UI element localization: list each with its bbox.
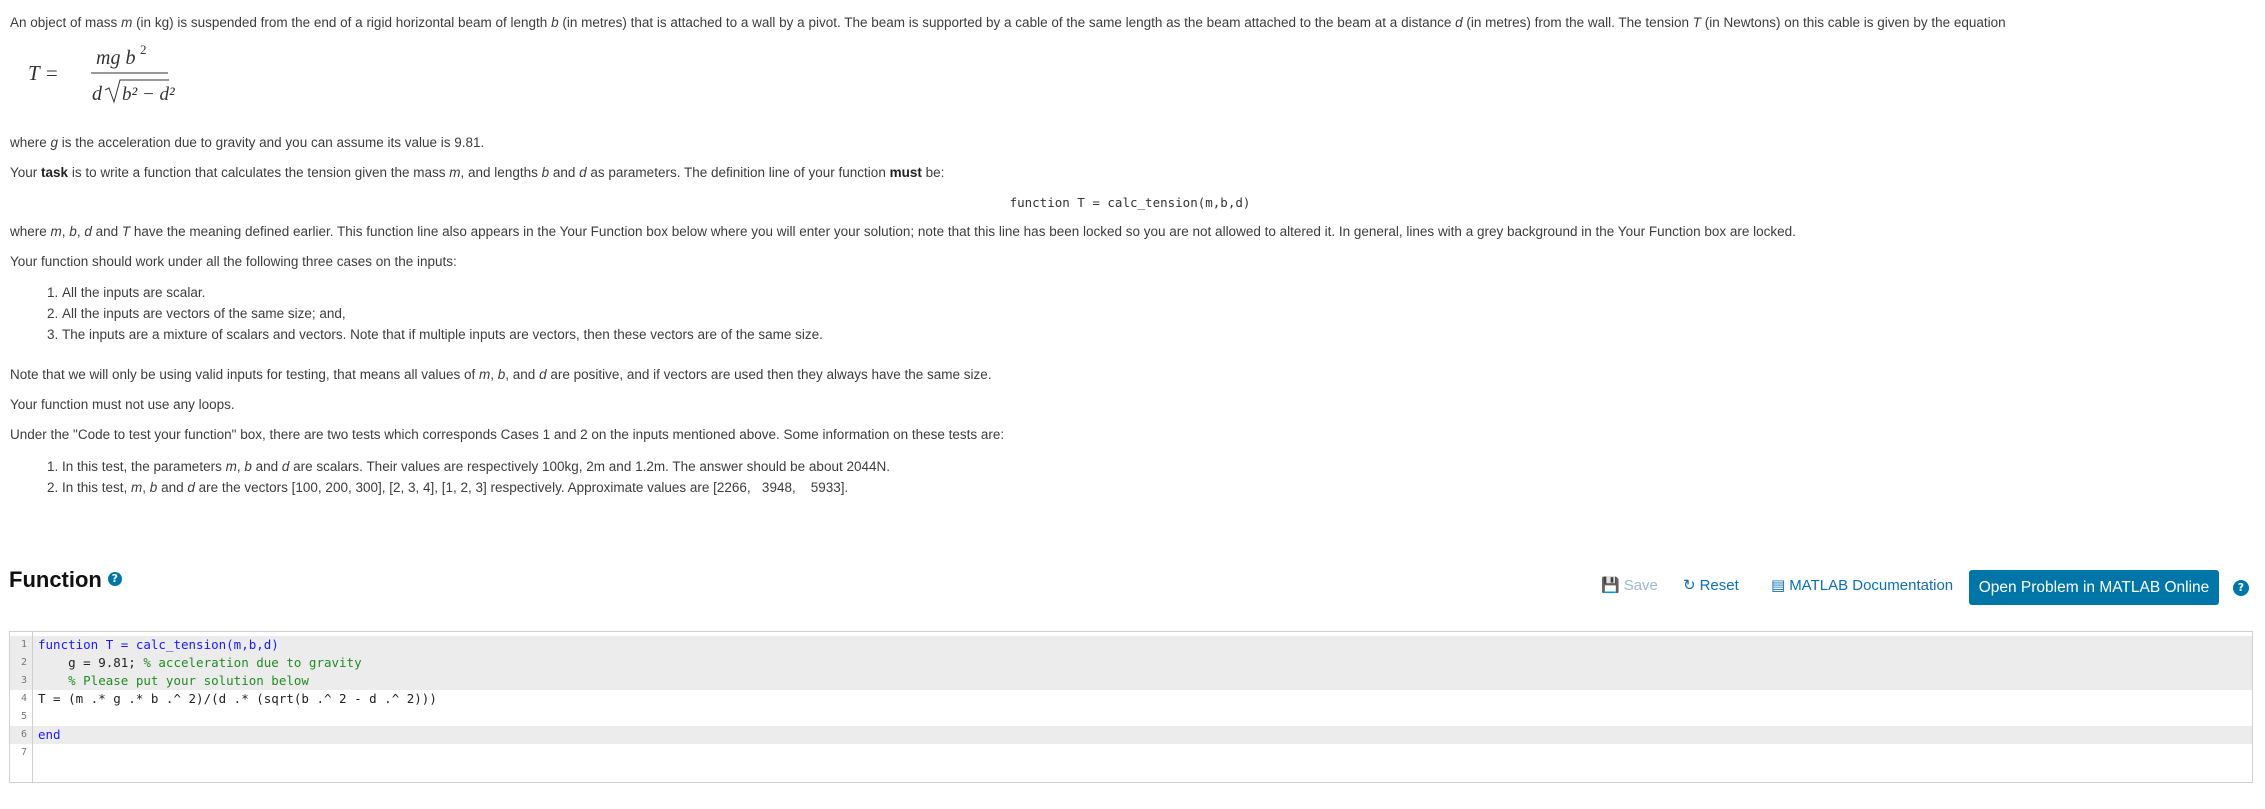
- function-toolbar: Function? 💾 Save ↻ Reset ▤ MATLAB Documenta…: [9, 565, 2259, 605]
- help-icon[interactable]: ?: [2233, 579, 2249, 596]
- book-icon: ▤: [1771, 576, 1786, 594]
- formula-denominator-radicand: b² − d²: [122, 84, 175, 105]
- open-in-matlab-online-button[interactable]: Open Problem in MATLAB Online: [1969, 570, 2219, 605]
- list-item: In this test, m, b and d are the vectors…: [62, 477, 890, 498]
- list-item: The inputs are a mixture of scalars and …: [62, 324, 823, 345]
- formula-denominator-d: d: [92, 83, 103, 105]
- no-loops-paragraph: Your function must not use any loops.: [10, 397, 235, 412]
- toolbar-help[interactable]: ?: [2233, 579, 2249, 597]
- list-item: All the inputs are vectors of the same s…: [62, 303, 823, 324]
- code-text[interactable]: T = (m .* g .* b .^ 2)/(d .* (sqrt(b .^ …: [38, 690, 437, 708]
- function-title: Function?: [9, 567, 122, 593]
- matlab-documentation-link[interactable]: ▤ MATLAB Documentation: [1771, 576, 1953, 594]
- formula-numerator: mg b: [96, 47, 135, 69]
- cases-list: All the inputs are scalar. All the input…: [10, 282, 823, 345]
- floppy-disk-icon: 💾: [1601, 576, 1620, 594]
- tension-formula: T = mg b 2 d b² − d²: [28, 42, 188, 112]
- reset-button[interactable]: ↻ Reset: [1683, 576, 1739, 594]
- reset-label: Reset: [1699, 577, 1739, 594]
- cases-intro: Your function should work under all the …: [10, 254, 457, 269]
- code-line: 2 g = 9.81; % acceleration due to gravit…: [10, 654, 2252, 672]
- code-line: 3 % Please put your solution below: [10, 672, 2252, 690]
- save-button[interactable]: 💾 Save: [1601, 576, 1658, 594]
- list-item: All the inputs are scalar.: [62, 282, 823, 303]
- code-line[interactable]: 4T = (m .* g .* b .^ 2)/(d .* (sqrt(b .^…: [10, 690, 2252, 708]
- code-text: end: [38, 727, 61, 742]
- meaning-paragraph: where m, b, d and T have the meaning def…: [10, 224, 1796, 239]
- editor-gutter: [10, 632, 33, 782]
- save-label: Save: [1623, 577, 1658, 594]
- code-text: g = 9.81; % acceleration due to gravity: [38, 655, 362, 670]
- gravity-paragraph: where g is the acceleration due to gravi…: [10, 135, 485, 150]
- intro-paragraph: An object of mass m (in kg) is suspended…: [10, 15, 2006, 30]
- code-line[interactable]: 5: [10, 708, 2252, 726]
- refresh-icon: ↻: [1683, 576, 1696, 594]
- tests-intro: Under the "Code to test your function" b…: [10, 427, 1005, 442]
- code-line[interactable]: 7: [10, 744, 2252, 762]
- definition-line: function T = calc_tension(m,b,d): [1009, 195, 1251, 210]
- help-icon[interactable]: ?: [107, 572, 122, 587]
- code-line: 1 function T = calc_tension(m,b,d): [10, 636, 2252, 654]
- code-text: % Please put your solution below: [38, 673, 309, 688]
- code-line: 6 end: [10, 726, 2252, 744]
- documentation-label: MATLAB Documentation: [1789, 577, 1954, 594]
- tests-list: In this test, the parameters m, b and d …: [10, 456, 890, 498]
- valid-inputs-paragraph: Note that we will only be using valid in…: [10, 367, 992, 382]
- formula-numerator-exponent: 2: [140, 42, 147, 57]
- list-item: In this test, the parameters m, b and d …: [62, 456, 890, 477]
- code-text: function T = calc_tension(m,b,d): [38, 637, 279, 652]
- task-paragraph: Your task is to write a function that ca…: [10, 165, 945, 180]
- function-title-text: Function: [9, 567, 102, 592]
- code-editor[interactable]: 1 function T = calc_tension(m,b,d) 2 g = …: [9, 631, 2253, 783]
- formula-lhs: T =: [28, 61, 59, 85]
